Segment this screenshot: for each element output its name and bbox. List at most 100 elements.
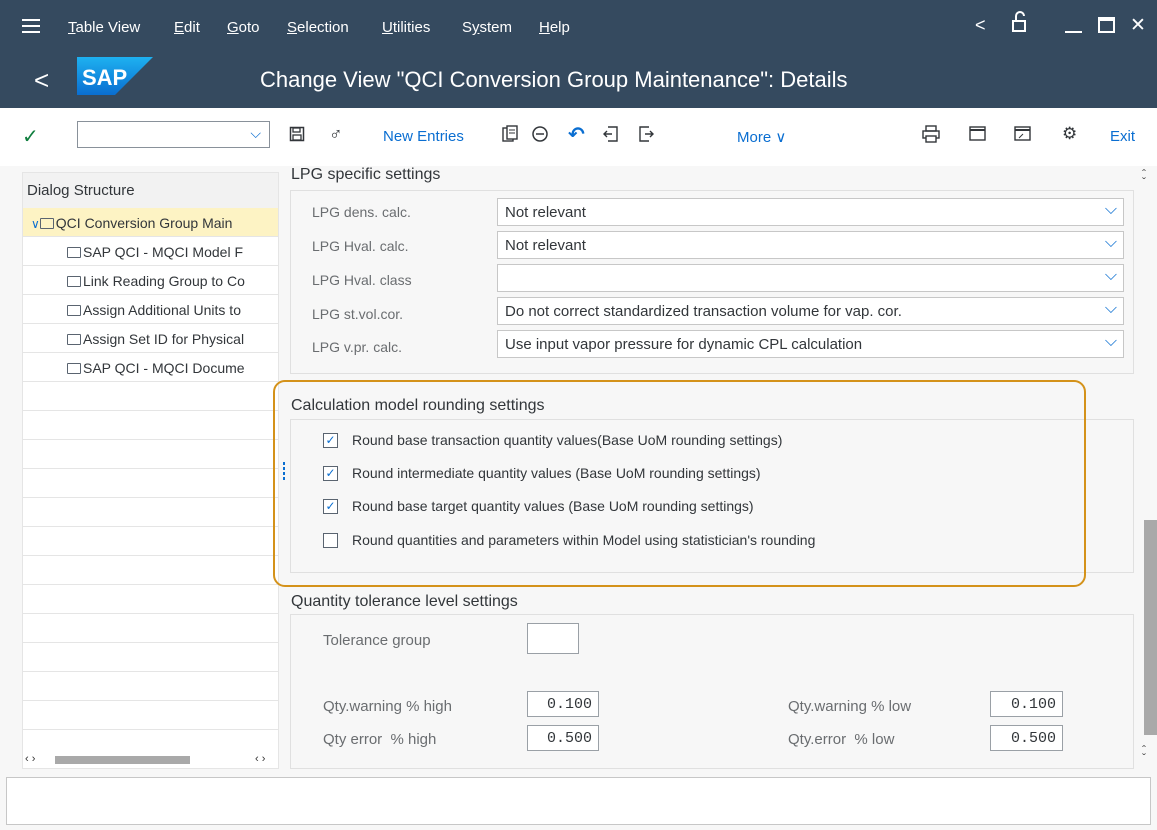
- exit-button[interactable]: Exit: [1110, 128, 1135, 145]
- chevron-down-icon: ∨: [775, 129, 787, 146]
- save-icon[interactable]: [289, 126, 305, 147]
- prev-icon[interactable]: <: [975, 15, 986, 36]
- horizontal-scrollbar[interactable]: ‹ › ‹ ›: [23, 752, 278, 768]
- tree-empty-row: [23, 614, 278, 643]
- tree-item-mqci-model[interactable]: SAP QCI - MQCI Model F: [23, 237, 278, 266]
- shortcut-icon[interactable]: [1014, 125, 1032, 148]
- lpg-dens-calc-dropdown[interactable]: Not relevant ⌵: [497, 198, 1124, 226]
- chevron-down-icon: ⌵: [1104, 234, 1117, 251]
- lpg-section: LPG dens. calc. Not relevant ⌵ LPG Hval. …: [290, 190, 1134, 374]
- svg-text:SAP: SAP: [82, 65, 127, 90]
- scroll-up-down-icon[interactable]: ˆˇ: [1142, 744, 1146, 764]
- qty-warning-low-field[interactable]: 0.100: [990, 691, 1063, 717]
- tree-empty-row: [23, 585, 278, 614]
- tree-empty-row: [23, 556, 278, 585]
- undo-icon[interactable]: ↶: [568, 122, 585, 147]
- open-folder-icon: [39, 218, 54, 229]
- previous-entry-icon[interactable]: [602, 125, 620, 148]
- tree-empty-row: [23, 643, 278, 672]
- customize-icon[interactable]: ⚙: [1062, 124, 1077, 144]
- lock-icon[interactable]: [1010, 10, 1030, 40]
- folder-icon: [67, 334, 81, 345]
- dialog-structure-panel: Dialog Structure ∨ QCI Conversion Group M…: [22, 172, 279, 769]
- folder-icon: [67, 247, 81, 258]
- delete-icon[interactable]: [531, 125, 549, 148]
- scroll-up-down-icon[interactable]: ˆˇ: [1142, 168, 1146, 188]
- menu-system[interactable]: System: [462, 19, 512, 36]
- copy-as-icon[interactable]: [501, 125, 519, 148]
- tree-item-assign-additional-units[interactable]: Assign Additional Units to: [23, 295, 278, 324]
- highlight-frame: [273, 380, 1086, 587]
- tree-empty-row: [23, 701, 278, 730]
- lpg-section-title: LPG specific settings: [291, 166, 441, 183]
- scrollbar-thumb[interactable]: [55, 756, 190, 764]
- tolerance-group-label: Tolerance group: [323, 632, 431, 649]
- lpg-vpr-calc-dropdown[interactable]: Use input vapor pressure for dynamic CPL…: [497, 330, 1124, 358]
- menu-utilities[interactable]: Utilities: [382, 19, 430, 36]
- tree-item-qci-conversion-group[interactable]: ∨ QCI Conversion Group Main: [23, 208, 278, 237]
- scroll-left-right-icon[interactable]: ‹ ›: [25, 753, 35, 765]
- qty-warning-low-label: Qty.warning % low: [788, 698, 912, 715]
- page-title: Change View "QCI Conversion Group Mainte…: [260, 67, 848, 92]
- folder-icon: [67, 276, 81, 287]
- tree-empty-row: [23, 411, 278, 440]
- chevron-down-icon: ⌵: [1104, 201, 1117, 218]
- folder-icon: [67, 363, 81, 374]
- application-toolbar: ✓ ⌵ ♂ New Entries ↶ More ∨ ⚙ Exit: [0, 108, 1157, 166]
- menu-selection[interactable]: Selection: [287, 19, 349, 36]
- lpg-stvol-cor-label: LPG st.vol.cor.: [312, 306, 404, 322]
- tolerance-group-field[interactable]: [527, 623, 579, 654]
- chevron-down-icon: ⌵: [1104, 267, 1117, 284]
- sap-logo: SAP: [77, 57, 153, 95]
- tree-empty-row: [23, 527, 278, 556]
- maximize-icon[interactable]: [1098, 17, 1115, 33]
- status-bar: [6, 777, 1151, 825]
- tolerance-section-title: Quantity tolerance level settings: [291, 593, 518, 610]
- qty-error-high-field[interactable]: 0.500: [527, 725, 599, 751]
- tree-item-link-reading-group[interactable]: Link Reading Group to Co: [23, 266, 278, 295]
- new-entries-button[interactable]: New Entries: [383, 128, 464, 145]
- menu-bar: Table View Edit Goto Selection Utilities…: [0, 0, 1157, 53]
- chevron-down-icon[interactable]: ∨: [31, 217, 40, 231]
- chevron-down-icon[interactable]: ⌵: [250, 125, 261, 142]
- close-icon[interactable]: ✕: [1130, 14, 1146, 37]
- tree-empty-row: [23, 440, 278, 469]
- sap-gui-window: Table View Edit Goto Selection Utilities…: [0, 0, 1157, 830]
- qty-warning-high-field[interactable]: 0.100: [527, 691, 599, 717]
- menu-help[interactable]: Help: [539, 19, 570, 36]
- create-session-icon[interactable]: [969, 125, 987, 148]
- hamburger-menu-icon[interactable]: [22, 19, 40, 33]
- qty-error-low-field[interactable]: 0.500: [990, 725, 1063, 751]
- scrollbar-thumb[interactable]: [1144, 520, 1157, 735]
- folder-icon: [67, 305, 81, 316]
- menu-table-view[interactable]: Table View: [68, 19, 140, 36]
- back-icon[interactable]: <: [34, 65, 49, 96]
- tree-item-assign-set-id[interactable]: Assign Set ID for Physical: [23, 324, 278, 353]
- scroll-left-right-icon[interactable]: ‹ ›: [255, 753, 265, 765]
- chevron-down-icon: ⌵: [1104, 300, 1117, 317]
- lpg-hval-class-dropdown[interactable]: ⌵: [497, 264, 1124, 292]
- lpg-stvol-cor-dropdown[interactable]: Do not correct standardized transaction …: [497, 297, 1124, 325]
- lpg-vpr-calc-label: LPG v.pr. calc.: [312, 339, 402, 355]
- enter-check-icon[interactable]: ✓: [22, 124, 39, 149]
- tree-item-mqci-document[interactable]: SAP QCI - MQCI Docume: [23, 353, 278, 382]
- qty-error-high-label: Qty error % high: [323, 731, 437, 748]
- display-change-icon[interactable]: ♂: [329, 124, 343, 145]
- lpg-hval-class-label: LPG Hval. class: [312, 272, 412, 288]
- menu-edit[interactable]: Edit: [174, 19, 200, 36]
- print-icon[interactable]: [922, 125, 940, 148]
- command-field[interactable]: ⌵: [77, 121, 270, 148]
- lpg-hval-calc-dropdown[interactable]: Not relevant ⌵: [497, 231, 1124, 259]
- title-bar: < SAP Change View "QCI Conversion Group …: [0, 53, 1157, 108]
- menu-goto[interactable]: Goto: [227, 19, 260, 36]
- tree-empty-row: [23, 382, 278, 411]
- tree-empty-row: [23, 469, 278, 498]
- tree-empty-row: [23, 672, 278, 701]
- chevron-down-icon: ⌵: [1104, 333, 1117, 350]
- vertical-scrollbar[interactable]: ˆˇ ˆˇ: [1140, 166, 1157, 769]
- tree-empty-row: [23, 498, 278, 527]
- tolerance-section: Tolerance group Qty.warning % high 0.100…: [290, 614, 1134, 769]
- minimize-icon[interactable]: [1065, 18, 1083, 33]
- more-button[interactable]: More ∨: [737, 128, 786, 146]
- next-entry-icon[interactable]: [637, 125, 655, 148]
